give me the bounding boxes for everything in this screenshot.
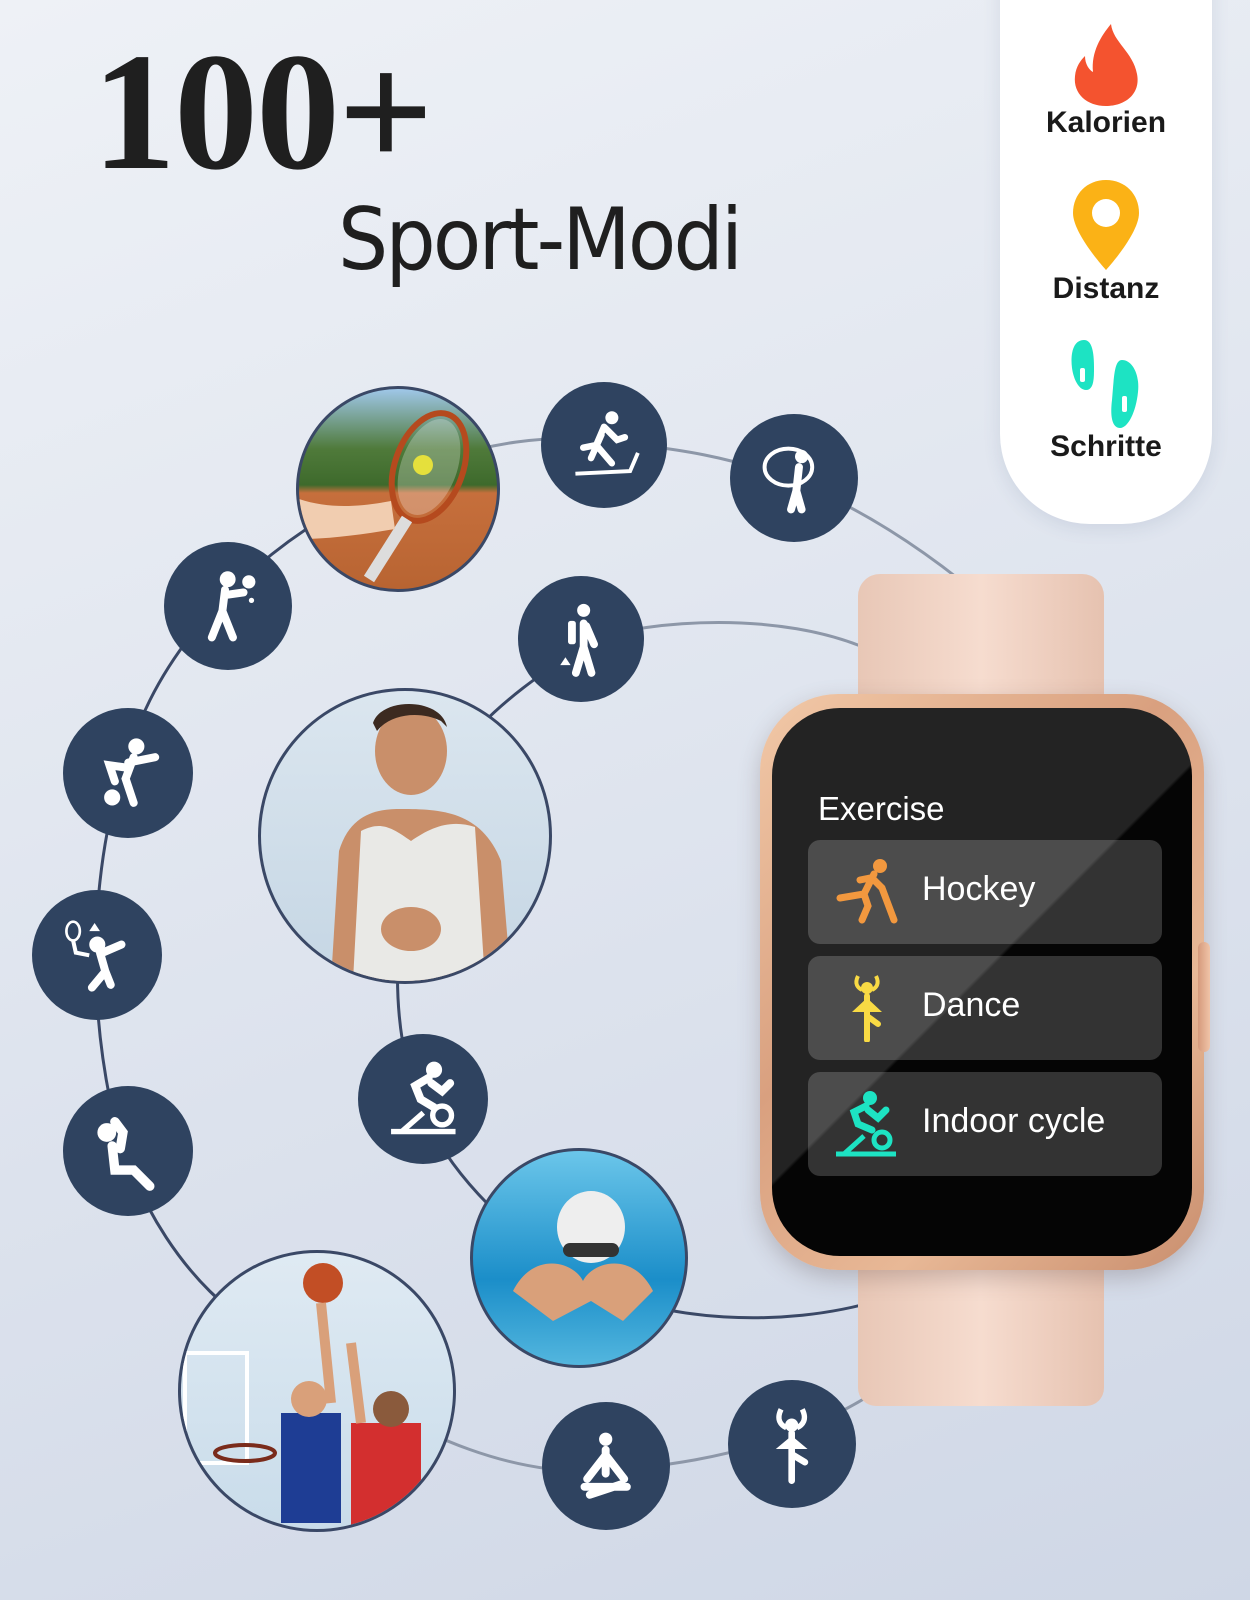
feature-steps-label: Schritte — [1050, 430, 1162, 463]
hiking-bubble — [518, 576, 644, 702]
basketball-photo — [178, 1250, 456, 1532]
feature-steps: Schritte — [1000, 338, 1212, 464]
ballet-bubble — [728, 1380, 856, 1508]
yoga-icon — [580, 1432, 632, 1500]
jump-rope-icon — [762, 446, 815, 514]
feature-card: Kalorien Distanz Schritte — [1000, 0, 1212, 524]
swimming-photo — [470, 1148, 688, 1368]
watch-screen-title: Exercise — [818, 790, 945, 827]
feature-distance: Distanz — [1000, 178, 1212, 306]
ballet-icon — [776, 1408, 809, 1484]
sit-up-bubble — [63, 1086, 193, 1216]
badminton-icon — [64, 920, 126, 992]
headline-subtitle: Sport-Modi — [338, 190, 743, 290]
table-tennis-icon — [208, 571, 256, 642]
watch-item-dance[interactable]: Dance — [808, 956, 1162, 1060]
treadmill-bubble — [541, 382, 667, 508]
dance-icon — [852, 975, 882, 1042]
watch-item-dance-label: Dance — [922, 986, 1021, 1024]
watch-crown-button[interactable] — [1198, 942, 1210, 1052]
soccer-bubble — [63, 708, 193, 838]
hiking-icon — [560, 603, 598, 677]
treadmill-icon — [575, 411, 640, 476]
watch-strap-top — [858, 574, 1104, 714]
jump-rope-bubble — [730, 414, 858, 542]
feature-calories-label: Kalorien — [1045, 106, 1167, 139]
badminton-bubble — [32, 890, 162, 1020]
table-tennis-bubble — [164, 542, 292, 670]
yoga-bubble — [542, 1402, 670, 1530]
running-man-photo — [258, 688, 552, 984]
spinning-bike-bubble — [358, 1034, 488, 1164]
watch-item-hockey[interactable]: Hockey — [808, 840, 1162, 944]
hockey-icon — [836, 859, 898, 924]
footprints-icon — [1071, 340, 1139, 428]
flame-icon — [1074, 24, 1138, 106]
watch-item-hockey-label: Hockey — [922, 870, 1036, 908]
feature-calories: Kalorien — [1000, 22, 1212, 140]
tennis-photo — [296, 386, 500, 592]
headline-number: 100+ — [92, 19, 434, 205]
indoor-cycle-icon — [836, 1091, 896, 1157]
feature-distance-label: Distanz — [1052, 272, 1160, 305]
map-pin-icon — [1073, 180, 1139, 270]
watch-strap-bottom — [858, 1258, 1104, 1406]
watch-screen: Exercise Hockey Dance Indoor cycle — [772, 708, 1192, 1256]
sit-up-icon — [97, 1116, 155, 1191]
spinning-bike-icon — [390, 1061, 456, 1134]
watch-item-indoor-cycle-label: Indoor cycle — [922, 1102, 1106, 1140]
watch-item-indoor-cycle[interactable]: Indoor cycle — [808, 1072, 1162, 1176]
soccer-icon — [103, 738, 159, 807]
